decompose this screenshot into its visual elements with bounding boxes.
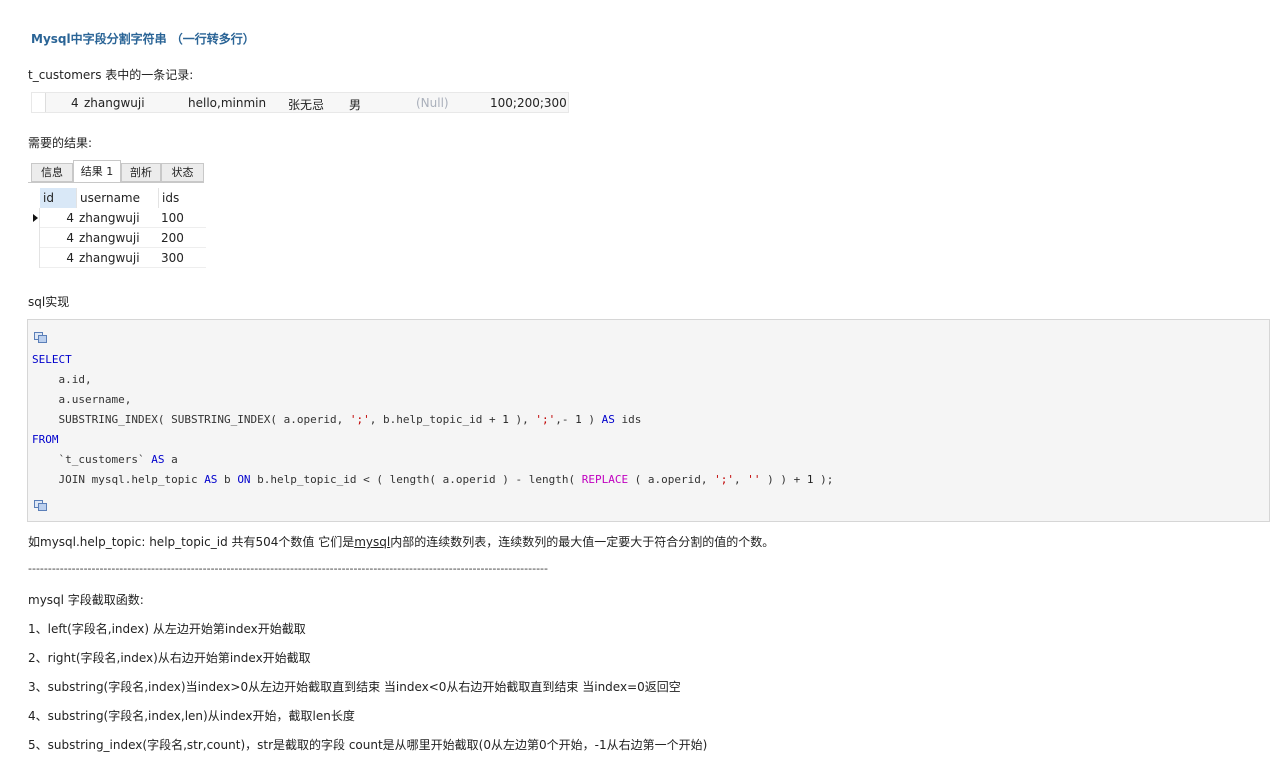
grid-tabs: 信息 结果 1 剖析 状态 (28, 160, 208, 183)
code-keyword: FROM (32, 433, 59, 446)
cell-ids: 200 (161, 231, 184, 245)
code-number: 1 (502, 413, 509, 426)
row-gutter (32, 93, 46, 112)
code-string: ';' (349, 413, 370, 426)
code-text: ) (581, 413, 602, 426)
function-item-substring-len: 4、substring(字段名,index,len)从index开始，截取len… (28, 709, 355, 723)
code-number: 1 (806, 473, 814, 486)
copy-code-icon[interactable] (34, 500, 47, 511)
cell-username: zhangwuji (79, 251, 140, 265)
record-operid: 100;200;300 (490, 96, 567, 110)
code-keyword: SELECT (32, 353, 72, 366)
row-marker[interactable] (28, 228, 40, 248)
code-line: SUBSTRING_INDEX( SUBSTRING_INDEX( a.oper… (32, 413, 350, 426)
mysql-link[interactable]: mysql (354, 535, 390, 549)
code-text: a (164, 453, 178, 466)
current-row-arrow-icon (33, 214, 38, 222)
code-text: JOIN mysql.help_topic (32, 473, 205, 486)
function-item-left: 1、left(字段名,index) 从左边开始第index开始截取 (28, 622, 306, 636)
code-keyword: ON (237, 473, 251, 486)
note-suffix: 内部的连续数列表，连续数列的最大值一定要大于符合分割的值的个数。 (390, 535, 775, 549)
note-text: 如mysql.help_topic: help_topic_id 共有504个数… (28, 533, 774, 550)
record-id: 4 (71, 96, 79, 110)
separator-line: ----------------------------------------… (28, 562, 548, 575)
function-item-substring-index: 5、substring_index(字段名,str,count)，str是截取的… (28, 738, 708, 752)
code-keyword: AS (601, 413, 615, 426)
record-username: zhangwuji (84, 96, 145, 110)
code-text: `t_customers` (32, 453, 152, 466)
functions-title: mysql 字段截取函数: (28, 593, 144, 607)
cell-username: zhangwuji (79, 231, 140, 245)
cell-username: zhangwuji (79, 211, 140, 225)
intro-text: t_customers 表中的一条记录: (28, 68, 194, 82)
code-text: , (734, 473, 748, 486)
code-text: ( a.operid, (628, 473, 715, 486)
cell-ids: 100 (161, 211, 184, 225)
code-number: 1 (575, 413, 582, 426)
code-block: SELECT a.id, a.username, SUBSTRING_INDEX… (27, 319, 1270, 522)
tab-underline (28, 182, 204, 183)
row-marker[interactable] (28, 248, 40, 268)
column-header-id[interactable]: id (40, 188, 76, 208)
function-item-right: 2、right(字段名,index)从右边开始第index开始截取 (28, 651, 311, 665)
tab-info[interactable]: 信息 (31, 163, 73, 182)
record-gender: 男 (349, 98, 362, 112)
record-row: 4 zhangwuji hello,minmin 张无忌 男 (Null) 10… (31, 92, 569, 113)
code-text: b (217, 473, 238, 486)
sql-code: SELECT a.id, a.username, SUBSTRING_INDEX… (32, 350, 833, 490)
code-text: b.help_topic_id < ( length( a.operid ) -… (250, 473, 582, 486)
code-text: ); (813, 473, 834, 486)
code-text: ,- (555, 413, 576, 426)
code-keyword: AS (204, 473, 218, 486)
record-null: (Null) (416, 96, 449, 110)
code-text: ) ) + (760, 473, 807, 486)
cell-id: 4 (66, 231, 74, 245)
code-function: REPLACE (581, 473, 629, 486)
code-line: a.username, (32, 393, 132, 406)
tab-status[interactable]: 状态 (161, 163, 204, 182)
column-header-ids[interactable]: ids (158, 188, 206, 208)
record-operid-text: hello,minmin (188, 96, 267, 110)
cell-id: 4 (66, 251, 74, 265)
code-text: ids (614, 413, 642, 426)
copy-code-icon[interactable] (34, 332, 47, 343)
page-title: Mysql中字段分割字符串 （一行转多行） (31, 32, 255, 46)
function-item-substring: 3、substring(字段名,index)当index>0从左边开始截取直到结… (28, 680, 681, 694)
code-text: , b.help_topic_id + (369, 413, 503, 426)
code-text: ), (508, 413, 536, 426)
row-marker[interactable] (28, 208, 40, 228)
code-keyword: AS (151, 453, 165, 466)
code-string: ';' (714, 473, 735, 486)
code-string: '' (747, 473, 761, 486)
sql-label: sql实现 (28, 295, 70, 309)
code-line: a.id, (32, 373, 92, 386)
column-header-username[interactable]: username (76, 188, 158, 208)
note-prefix: 如mysql.help_topic: help_topic_id 共有504个数… (28, 535, 355, 549)
cell-id: 4 (66, 211, 74, 225)
tab-profile[interactable]: 剖析 (121, 163, 161, 182)
cell-ids: 300 (161, 251, 184, 265)
tab-result-1[interactable]: 结果 1 (73, 160, 121, 183)
result-label: 需要的结果: (28, 136, 93, 150)
record-name: 张无忌 (288, 98, 325, 112)
code-string: ';' (535, 413, 556, 426)
